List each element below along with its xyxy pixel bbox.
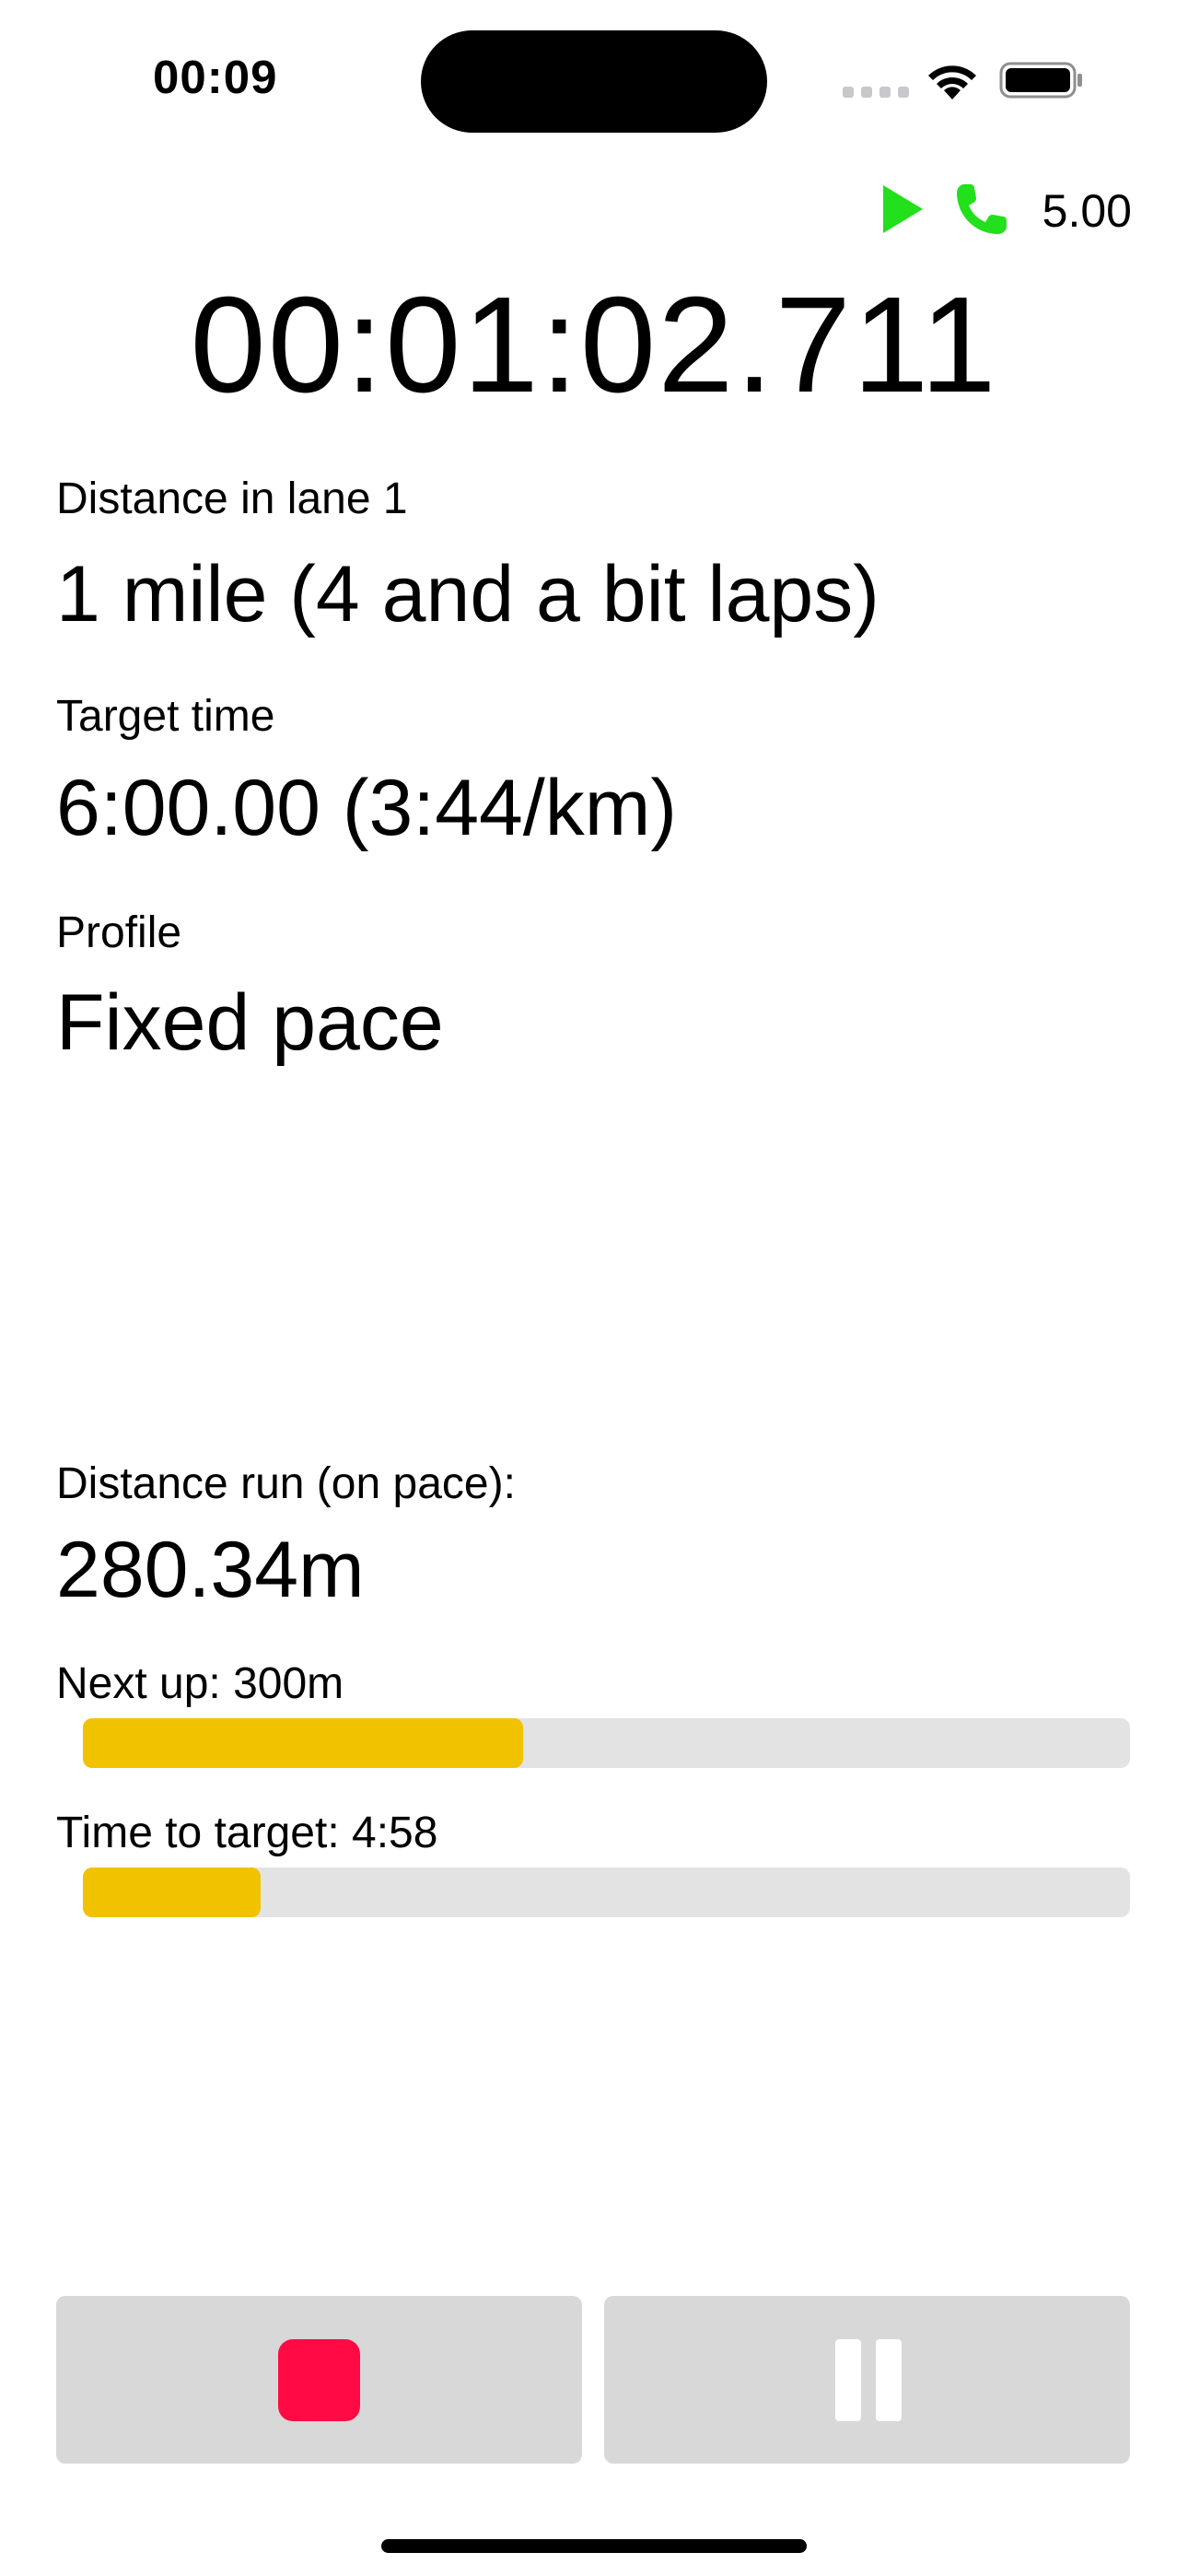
home-indicator bbox=[381, 2539, 807, 2553]
time-to-target-label: Time to target: 4:58 bbox=[56, 1809, 438, 1857]
profile-value: Fixed pace bbox=[56, 978, 444, 1067]
distance-run-label: Distance run (on pace): bbox=[56, 1459, 516, 1508]
distance-label: Distance in lane 1 bbox=[56, 474, 408, 523]
status-bar-time: 00:09 bbox=[153, 51, 278, 103]
distance-value: 1 mile (4 and a bit laps) bbox=[56, 550, 879, 638]
pause-button[interactable] bbox=[604, 2296, 1130, 2464]
next-up-progress-fill bbox=[83, 1718, 523, 1768]
wifi-icon bbox=[928, 65, 976, 100]
phone-icon bbox=[957, 184, 1007, 234]
dynamic-island bbox=[421, 30, 767, 133]
profile-label: Profile bbox=[56, 908, 182, 957]
stop-button[interactable] bbox=[56, 2296, 582, 2464]
pause-icon bbox=[835, 2339, 902, 2421]
next-up-label: Next up: 300m bbox=[56, 1659, 344, 1708]
stop-icon bbox=[278, 2339, 360, 2421]
speed-value: 5.00 bbox=[1042, 185, 1132, 237]
time-to-target-progress-bar bbox=[83, 1868, 1130, 1917]
target-time-value: 6:00.00 (3:44/km) bbox=[56, 764, 678, 852]
battery-icon bbox=[999, 62, 1082, 99]
target-time-label: Target time bbox=[56, 692, 275, 741]
next-up-progress-bar bbox=[83, 1718, 1130, 1768]
distance-run-value: 280.34m bbox=[56, 1526, 365, 1614]
time-to-target-progress-fill bbox=[83, 1868, 262, 1917]
cellular-signal-icon bbox=[843, 87, 909, 98]
elapsed-timer: 00:01:02.711 bbox=[190, 269, 998, 421]
play-icon bbox=[883, 185, 923, 233]
